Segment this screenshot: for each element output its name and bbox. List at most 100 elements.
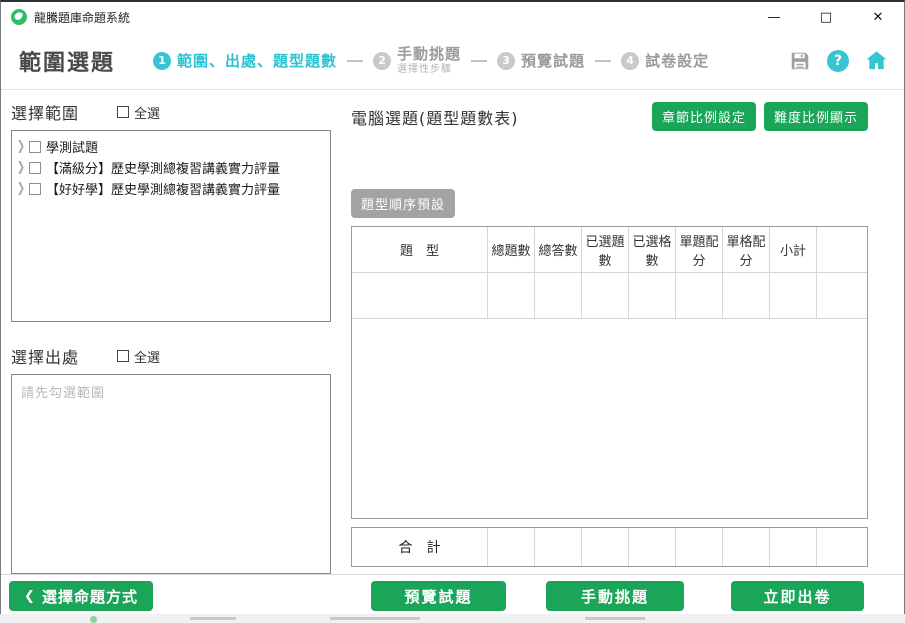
range-tree: ❯ 學測試題 ❯ 【滿級分】歷史學測總複習講義實力評量 ❯ 【好好學】歷史學測總… bbox=[11, 130, 331, 322]
back-to-mode-button[interactable]: ❮ 選擇命題方式 bbox=[9, 581, 153, 611]
tree-item-checkbox[interactable] bbox=[29, 141, 41, 153]
total-table: 合 計 bbox=[351, 527, 868, 567]
total-cell bbox=[723, 528, 770, 566]
range-select-all[interactable]: 全選 bbox=[117, 103, 160, 122]
window-controls: — □ ✕ bbox=[748, 2, 904, 32]
select-range-title: 選擇範圍 bbox=[11, 100, 117, 124]
table-cell bbox=[629, 273, 676, 319]
table-cell bbox=[535, 273, 582, 319]
tree-item-checkbox[interactable] bbox=[29, 162, 41, 174]
total-label: 合 計 bbox=[352, 528, 488, 566]
step-1-range[interactable]: 1 範圍、出處、題型題數 bbox=[153, 50, 337, 71]
step-4-paper-settings[interactable]: 4 試卷設定 bbox=[621, 50, 709, 71]
col-header-subtotal: 小計 bbox=[770, 227, 817, 273]
step-2-manual-pick[interactable]: 2 手動挑題 選擇性步驟 bbox=[373, 46, 461, 76]
desktop-peek-icon bbox=[90, 616, 97, 623]
difficulty-ratio-button[interactable]: 難度比例顯示 bbox=[764, 102, 868, 131]
col-header-selected-questions: 已選題數 bbox=[582, 227, 629, 273]
step-4-circle: 4 bbox=[621, 52, 639, 70]
chevron-left-icon: ❮ bbox=[24, 589, 36, 604]
home-icon[interactable] bbox=[864, 49, 888, 73]
main-content: 選擇範圍 全選 ❯ 學測試題 ❯ 【滿級分】歷史學測總複習講義實力評量 bbox=[1, 90, 904, 574]
tree-item[interactable]: ❯ 【好好學】歷史學測總複習講義實力評量 bbox=[14, 178, 328, 199]
total-cell bbox=[629, 528, 676, 566]
back-button-label: 選擇命題方式 bbox=[42, 586, 138, 607]
maximize-icon[interactable]: □ bbox=[800, 2, 852, 32]
step-indicator: 1 範圍、出處、題型題數 2 手動挑題 選擇性步驟 3 預覽試題 4 試卷設定 bbox=[153, 46, 709, 76]
chevron-right-icon[interactable]: ❯ bbox=[14, 181, 28, 195]
desktop-peek-mark bbox=[190, 617, 236, 620]
col-header-total-answers: 總答數 bbox=[535, 227, 582, 273]
range-select-all-label: 全選 bbox=[134, 103, 160, 122]
close-icon[interactable]: ✕ bbox=[852, 2, 904, 32]
col-header-selected-cells: 已選格數 bbox=[629, 227, 676, 273]
total-cell bbox=[676, 528, 723, 566]
app-logo-icon bbox=[11, 9, 27, 25]
table-cell bbox=[676, 273, 723, 319]
help-icon[interactable]: ? bbox=[827, 50, 849, 72]
title-bar: 龍騰題庫命題系統 — □ ✕ bbox=[1, 2, 904, 32]
tree-item-checkbox[interactable] bbox=[29, 183, 41, 195]
desktop-strip bbox=[0, 614, 905, 623]
desktop-peek-mark bbox=[585, 617, 645, 620]
col-header-score-per-question: 單題配分 bbox=[676, 227, 723, 273]
total-cell bbox=[488, 528, 535, 566]
table-cell bbox=[817, 273, 867, 319]
step-separator bbox=[595, 60, 611, 62]
table-header-row: 題 型 總題數 總答數 已選題數 已選格數 單題配分 單格配分 小計 bbox=[352, 227, 867, 273]
app-window: 龍騰題庫命題系統 — □ ✕ 範圍選題 1 範圍、出處、題型題數 2 手動挑題 … bbox=[0, 0, 905, 614]
tree-item[interactable]: ❯ 學測試題 bbox=[14, 136, 328, 157]
save-icon[interactable] bbox=[788, 49, 812, 73]
range-select-all-checkbox[interactable] bbox=[117, 106, 129, 118]
table-cell bbox=[488, 273, 535, 319]
minimize-icon[interactable]: — bbox=[748, 2, 800, 32]
tree-item-label: 學測試題 bbox=[46, 137, 98, 156]
left-panel: 選擇範圍 全選 ❯ 學測試題 ❯ 【滿級分】歷史學測總複習講義實力評量 bbox=[11, 90, 341, 574]
source-list: 請先勾選範圍 bbox=[11, 374, 331, 574]
computer-select-title: 電腦選題(題型題數表) bbox=[351, 105, 519, 129]
tree-item-label: 【滿級分】歷史學測總複習講義實力評量 bbox=[46, 158, 280, 177]
page-title: 範圍選題 bbox=[19, 45, 115, 77]
total-cell bbox=[770, 528, 817, 566]
chevron-right-icon[interactable]: ❯ bbox=[14, 139, 28, 153]
preview-questions-button[interactable]: 預覽試題 bbox=[371, 581, 506, 611]
col-header-type: 題 型 bbox=[352, 227, 488, 273]
source-select-all[interactable]: 全選 bbox=[117, 347, 160, 366]
step-4-label: 試卷設定 bbox=[645, 50, 709, 71]
step-3-label: 預覽試題 bbox=[521, 50, 585, 71]
app-title: 龍騰題庫命題系統 bbox=[34, 9, 130, 26]
chevron-right-icon[interactable]: ❯ bbox=[14, 160, 28, 174]
select-source-title: 選擇出處 bbox=[11, 344, 117, 368]
table-cell bbox=[770, 273, 817, 319]
total-cell bbox=[535, 528, 582, 566]
tree-item[interactable]: ❯ 【滿級分】歷史學測總複習講義實力評量 bbox=[14, 157, 328, 178]
total-row: 合 計 bbox=[352, 528, 867, 566]
chapter-ratio-button[interactable]: 章節比例設定 bbox=[652, 102, 756, 131]
table-cell bbox=[723, 273, 770, 319]
step-2-circle: 2 bbox=[373, 52, 391, 70]
step-3-preview[interactable]: 3 預覽試題 bbox=[497, 50, 585, 71]
source-select-all-checkbox[interactable] bbox=[117, 350, 129, 362]
col-header-blank bbox=[817, 227, 867, 273]
manual-pick-button[interactable]: 手動挑題 bbox=[546, 581, 684, 611]
step-separator bbox=[347, 60, 363, 62]
nav-bar: 範圍選題 1 範圍、出處、題型題數 2 手動挑題 選擇性步驟 3 預覽試題 4 bbox=[1, 32, 904, 90]
type-order-default-button[interactable]: 題型順序預設 bbox=[351, 189, 455, 218]
table-cell bbox=[352, 273, 488, 319]
step-1-label: 範圍、出處、題型題數 bbox=[177, 50, 337, 71]
table-row bbox=[352, 273, 867, 319]
source-select-all-label: 全選 bbox=[134, 347, 160, 366]
desktop-peek-mark bbox=[330, 617, 420, 620]
generate-paper-button[interactable]: 立即出卷 bbox=[731, 581, 864, 611]
total-cell bbox=[817, 528, 867, 566]
step-separator bbox=[471, 60, 487, 62]
footer-bar: ❮ 選擇命題方式 預覽試題 手動挑題 立即出卷 bbox=[1, 574, 904, 616]
tree-item-label: 【好好學】歷史學測總複習講義實力評量 bbox=[46, 179, 280, 198]
question-type-table: 題 型 總題數 總答數 已選題數 已選格數 單題配分 單格配分 小計 bbox=[351, 226, 868, 519]
step-2-label: 手動挑題 bbox=[397, 46, 461, 63]
step-1-circle: 1 bbox=[153, 52, 171, 70]
table-cell bbox=[582, 273, 629, 319]
total-cell bbox=[582, 528, 629, 566]
step-2-sublabel: 選擇性步驟 bbox=[397, 64, 461, 76]
col-header-total-questions: 總題數 bbox=[488, 227, 535, 273]
